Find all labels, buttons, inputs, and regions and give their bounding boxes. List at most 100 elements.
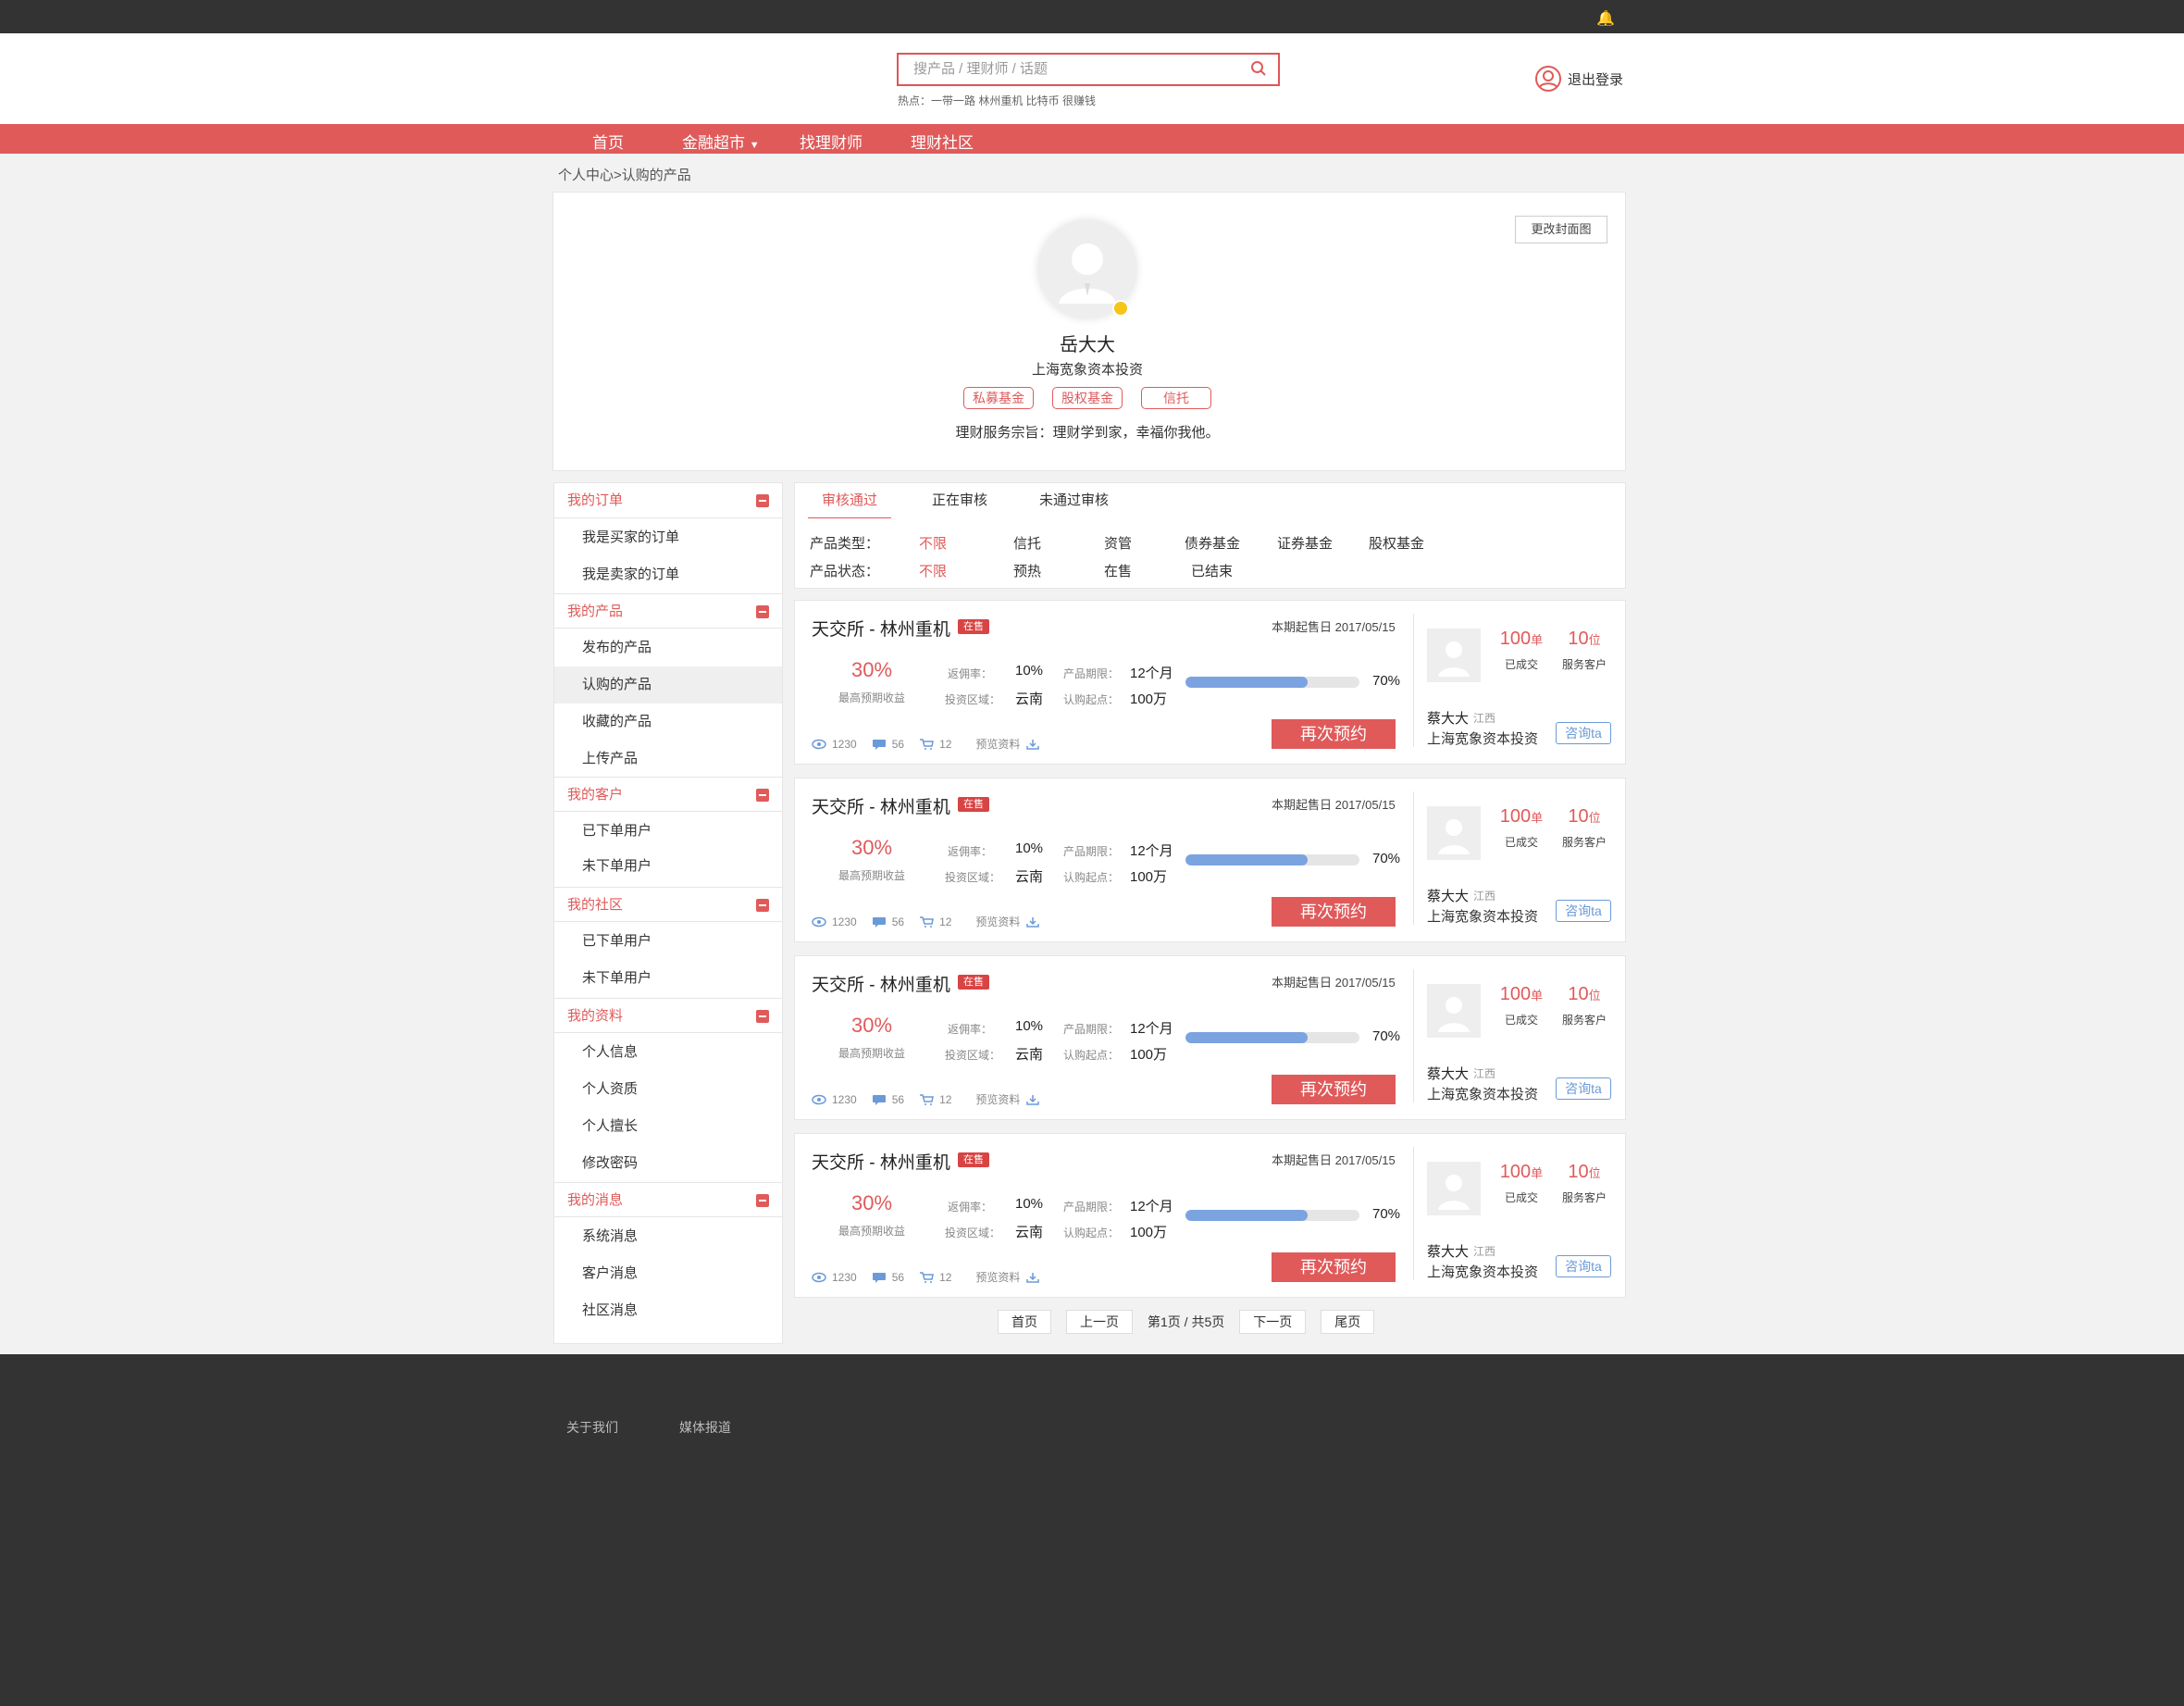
advisor-avatar[interactable] <box>1427 984 1481 1038</box>
advisor-avatar[interactable] <box>1427 806 1481 860</box>
views-count: 1230 <box>832 1092 857 1106</box>
sidebar-item-upload[interactable]: 上传产品 <box>554 741 782 778</box>
ask-advisor-button[interactable]: 咨询ta <box>1556 1255 1611 1277</box>
tab-reviewing[interactable]: 正在审核 <box>932 483 987 519</box>
advisor-avatar[interactable] <box>1427 629 1481 682</box>
sidebar-group-messages[interactable]: 我的消息 <box>554 1182 782 1217</box>
product-title[interactable]: 天交所 - 林州重机 <box>812 793 950 818</box>
collapse-icon[interactable] <box>756 605 769 618</box>
collapse-icon[interactable] <box>756 1194 769 1207</box>
comment-icon[interactable] <box>872 739 887 750</box>
footer-link-about[interactable]: 关于我们 <box>566 1418 618 1437</box>
advisor-name[interactable]: 蔡大大 <box>1427 708 1469 728</box>
advisor-name[interactable]: 蔡大大 <box>1427 886 1469 905</box>
change-cover-button[interactable]: 更改封面图 <box>1515 216 1607 243</box>
cart-icon[interactable] <box>919 1271 934 1283</box>
sidebar-group-products[interactable]: 我的产品 <box>554 593 782 629</box>
download-icon[interactable] <box>1025 1094 1040 1105</box>
sidebar-group-profile[interactable]: 我的资料 <box>554 998 782 1033</box>
search-input[interactable]: 搜产品 / 理财师 / 话题 <box>897 53 1280 86</box>
collapse-icon[interactable] <box>756 1010 769 1023</box>
sidebar-item-published[interactable]: 发布的产品 <box>554 629 782 666</box>
collapse-icon[interactable] <box>756 899 769 912</box>
sidebar-item-community-unordered[interactable]: 未下单用户 <box>554 960 782 997</box>
collapse-icon[interactable] <box>756 789 769 802</box>
sidebar-group-label: 我的社区 <box>567 897 624 913</box>
filter-type-option[interactable]: 股权基金 <box>1369 533 1424 553</box>
sidebar-item-ordered-users[interactable]: 已下单用户 <box>554 813 782 850</box>
cart-icon[interactable] <box>919 915 934 928</box>
filter-type-option[interactable]: 债券基金 <box>1185 533 1240 553</box>
ask-advisor-button[interactable]: 咨询ta <box>1556 722 1611 744</box>
product-title[interactable]: 天交所 - 林州重机 <box>812 1149 950 1174</box>
sidebar-item-community-ordered[interactable]: 已下单用户 <box>554 923 782 960</box>
product-title[interactable]: 天交所 - 林州重机 <box>812 616 950 641</box>
collapse-icon[interactable] <box>756 494 769 507</box>
sidebar-item-specialties[interactable]: 个人擅长 <box>554 1108 782 1145</box>
ask-advisor-button[interactable]: 咨询ta <box>1556 900 1611 922</box>
product-title[interactable]: 天交所 - 林州重机 <box>812 971 950 996</box>
cart-icon[interactable] <box>919 738 934 750</box>
sidebar-item-qualifications[interactable]: 个人资质 <box>554 1071 782 1108</box>
page-next-button[interactable]: 下一页 <box>1239 1310 1307 1334</box>
sidebar-group-community[interactable]: 我的社区 <box>554 887 782 922</box>
filter-status-option[interactable]: 在售 <box>1104 561 1132 580</box>
breadcrumb[interactable]: 个人中心>认购的产品 <box>558 165 691 184</box>
filter-type-option[interactable]: 信托 <box>1013 533 1041 553</box>
profile-name: 岳大大 <box>1060 335 1115 355</box>
filter-status-option[interactable]: 已结束 <box>1191 561 1233 580</box>
advisor-name[interactable]: 蔡大大 <box>1427 1241 1469 1261</box>
filter-status-option[interactable]: 预热 <box>1013 561 1041 580</box>
filter-type-option[interactable]: 证券基金 <box>1277 533 1333 553</box>
bell-icon[interactable]: 🔔 <box>1596 9 1615 28</box>
comment-icon[interactable] <box>872 1094 887 1105</box>
page-prev-button[interactable]: 上一页 <box>1066 1310 1133 1334</box>
footer-link-media[interactable]: 媒体报道 <box>679 1418 731 1437</box>
max-return-rate: 30% <box>850 1191 893 1214</box>
page-last-button[interactable]: 尾页 <box>1321 1310 1375 1334</box>
logout-link[interactable]: 退出登录 <box>1534 65 1623 93</box>
sidebar-group-orders[interactable]: 我的订单 <box>554 483 782 518</box>
preview-link[interactable]: 预览资料 <box>975 1091 1020 1107</box>
nav-advisors[interactable]: 找理财师 <box>800 130 862 153</box>
advisor-name[interactable]: 蔡大大 <box>1427 1064 1469 1083</box>
sidebar-item-community-messages[interactable]: 社区消息 <box>554 1292 782 1329</box>
sidebar-item-client-messages[interactable]: 客户消息 <box>554 1255 782 1292</box>
search-icon[interactable] <box>1250 60 1267 77</box>
rebook-button[interactable]: 再次预约 <box>1272 719 1396 749</box>
sidebar-item-subscribed[interactable]: 认购的产品 <box>554 666 782 704</box>
sidebar-group-clients[interactable]: 我的客户 <box>554 777 782 812</box>
download-icon[interactable] <box>1025 1272 1040 1283</box>
cart-icon[interactable] <box>919 1093 934 1105</box>
download-icon[interactable] <box>1025 916 1040 928</box>
sidebar-item-unordered-users[interactable]: 未下单用户 <box>554 848 782 885</box>
nav-community[interactable]: 理财社区 <box>911 130 974 153</box>
sidebar-item-personal-info[interactable]: 个人信息 <box>554 1034 782 1071</box>
advisor-avatar[interactable] <box>1427 1162 1481 1215</box>
nav-home[interactable]: 首页 <box>592 130 624 153</box>
clients-unit: 位 <box>1588 811 1601 825</box>
preview-link[interactable]: 预览资料 <box>975 1269 1020 1285</box>
preview-link[interactable]: 预览资料 <box>975 914 1020 929</box>
sidebar-item-favorites[interactable]: 收藏的产品 <box>554 704 782 741</box>
tab-rejected[interactable]: 未通过审核 <box>1039 483 1109 519</box>
comment-icon[interactable] <box>872 1272 887 1283</box>
preview-link[interactable]: 预览资料 <box>975 736 1020 752</box>
rebook-button[interactable]: 再次预约 <box>1272 1075 1396 1104</box>
filter-type-option[interactable]: 不限 <box>919 533 947 553</box>
tab-approved[interactable]: 审核通过 <box>808 483 891 519</box>
comment-icon[interactable] <box>872 916 887 928</box>
sidebar-item-buyer-orders[interactable]: 我是买家的订单 <box>554 519 782 556</box>
ask-advisor-button[interactable]: 咨询ta <box>1556 1077 1611 1100</box>
nav-market[interactable]: 金融超市 ▼ <box>682 130 760 153</box>
sidebar-item-system-messages[interactable]: 系统消息 <box>554 1218 782 1255</box>
sidebar-item-change-password[interactable]: 修改密码 <box>554 1145 782 1182</box>
page-first-button[interactable]: 首页 <box>998 1310 1051 1334</box>
download-icon[interactable] <box>1025 739 1040 750</box>
filter-status-option[interactable]: 不限 <box>919 561 947 580</box>
hot-keywords[interactable]: 热点：一带一路 林州重机 比特币 很赚钱 <box>898 93 1096 108</box>
sidebar-item-seller-orders[interactable]: 我是卖家的订单 <box>554 556 782 593</box>
filter-type-option[interactable]: 资管 <box>1104 533 1132 553</box>
rebook-button[interactable]: 再次预约 <box>1272 897 1396 927</box>
rebook-button[interactable]: 再次预约 <box>1272 1252 1396 1282</box>
